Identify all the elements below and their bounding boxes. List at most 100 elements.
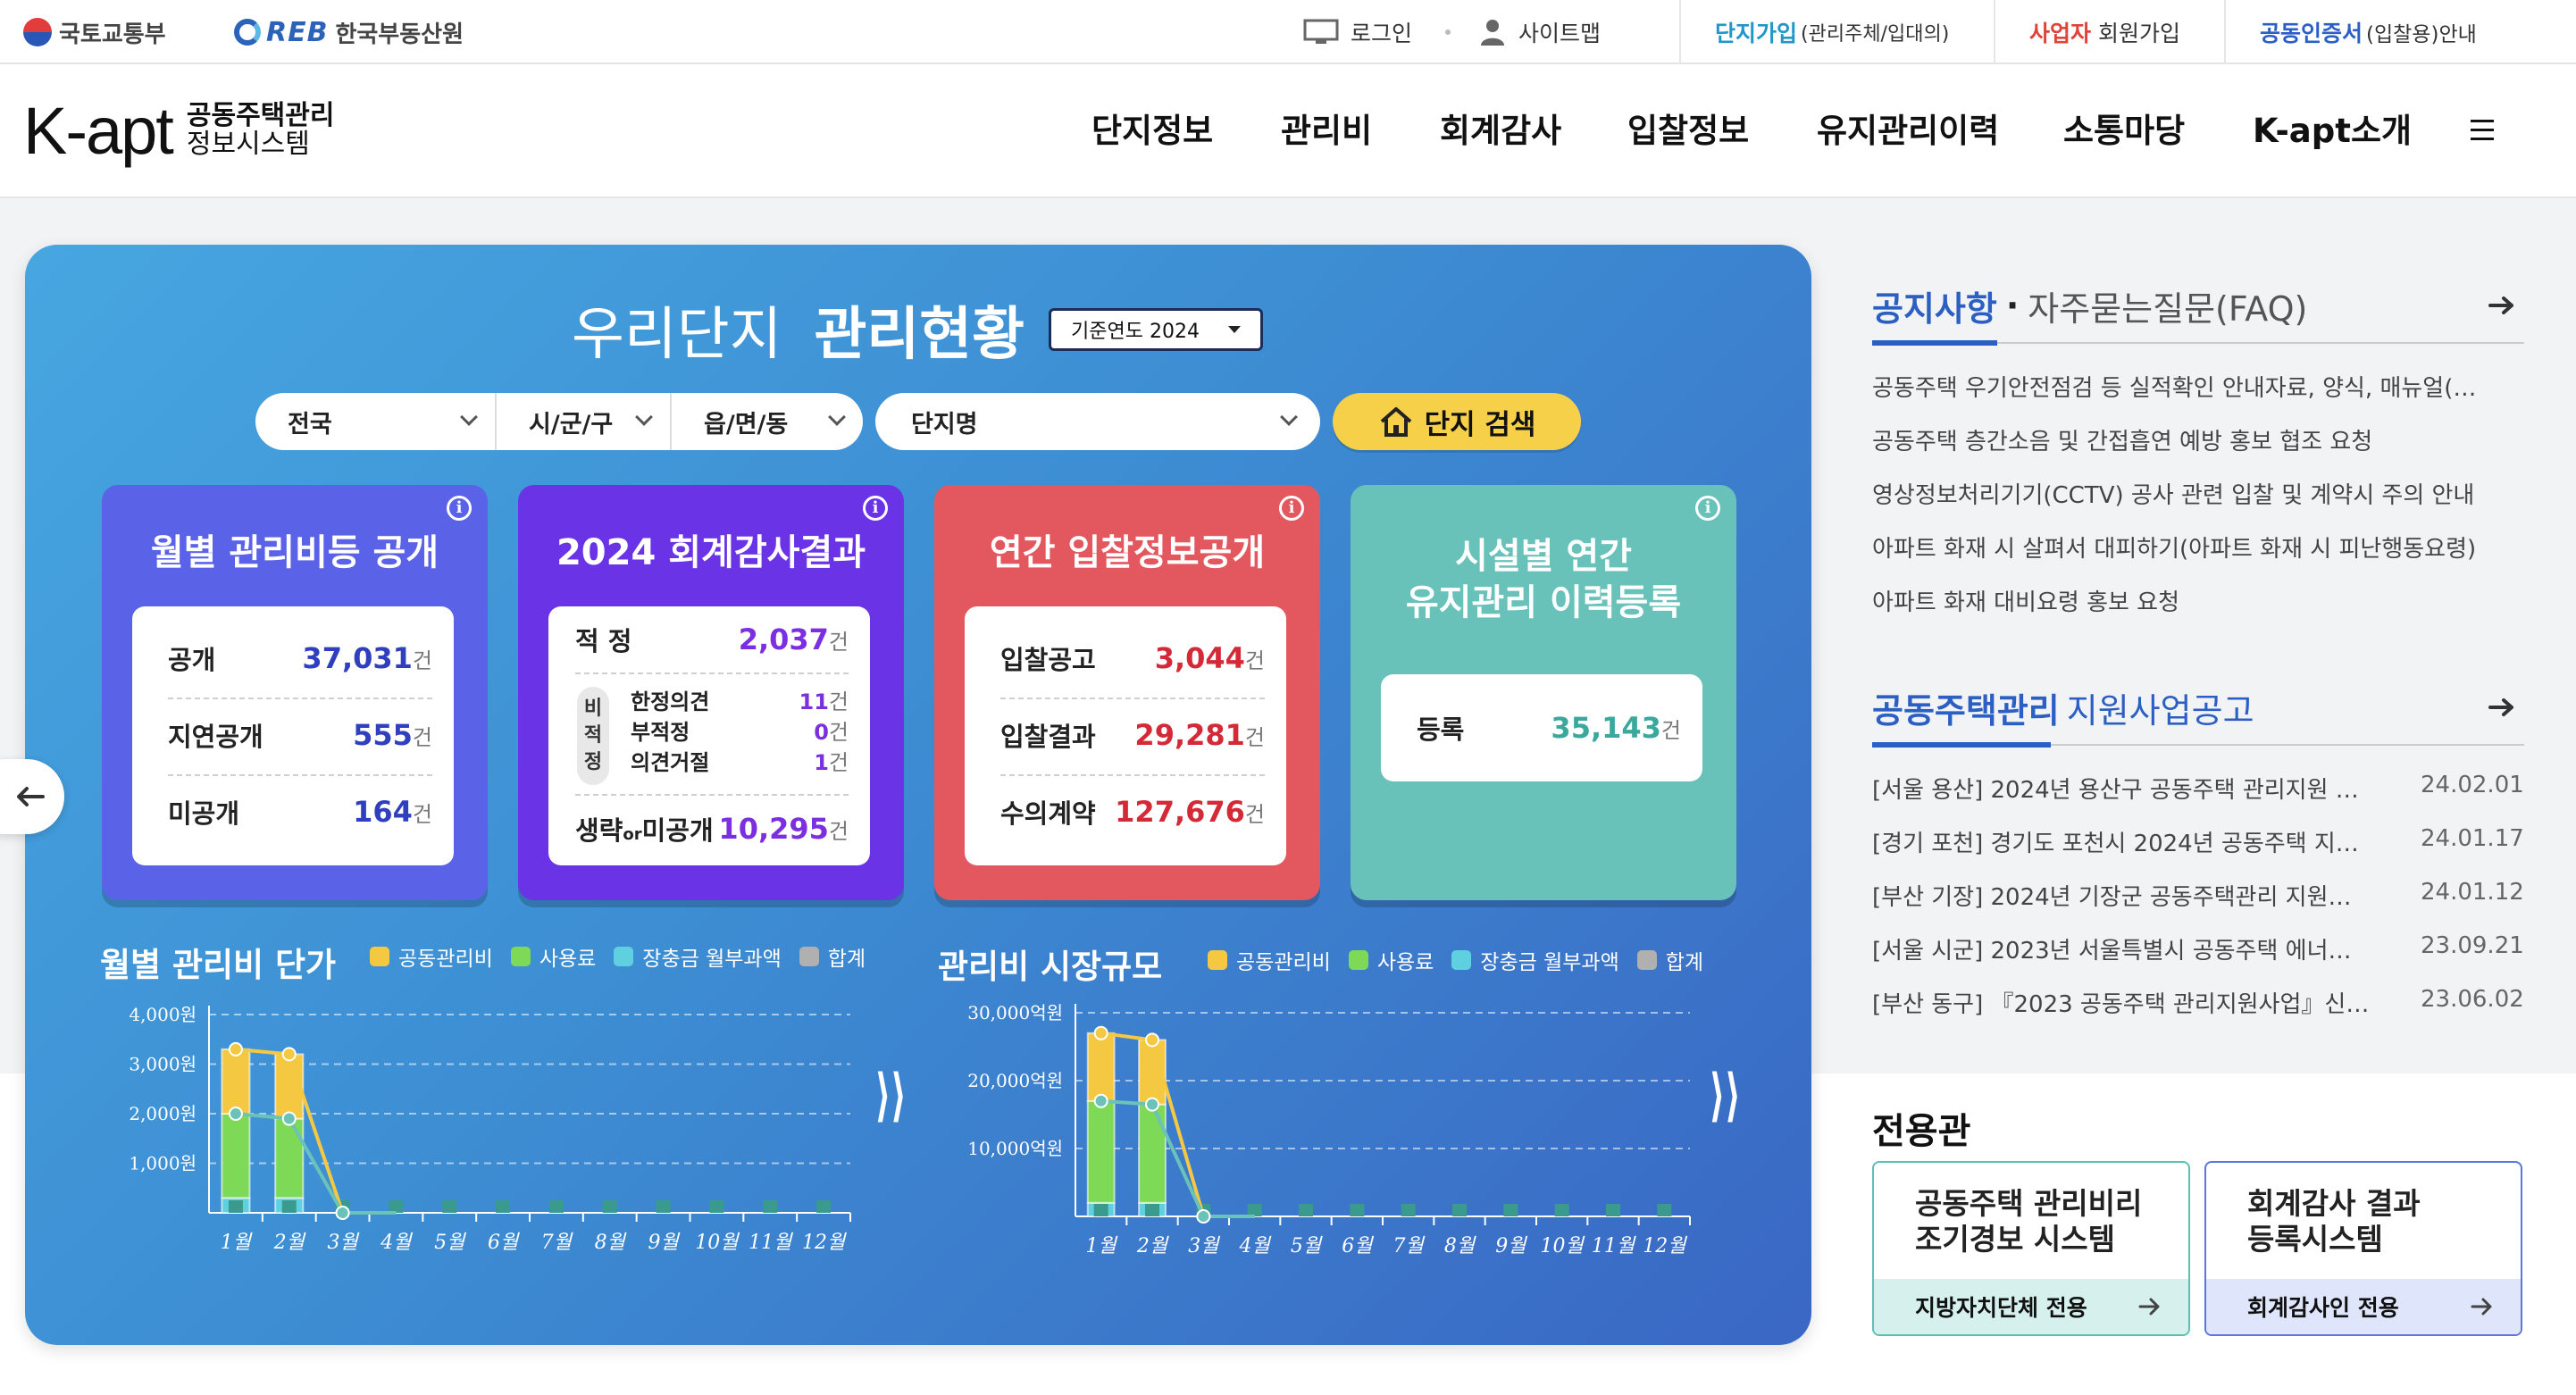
audit-result-card[interactable]: i 2024 회계감사결과 적 정 2,037건 비 적 정 한정의견 11건 부적… bbox=[518, 485, 904, 900]
support-item[interactable]: [서울 시군] 2023년 서울특별시 공동주택 에너지… bbox=[1872, 932, 2372, 965]
complex-name-select-value: 단지명 bbox=[911, 410, 978, 439]
legend-label: 합계 bbox=[827, 948, 866, 971]
box1-footer-label: 지방자치단체 전용 bbox=[1915, 1295, 2087, 1321]
sub-unit: 건 bbox=[828, 689, 849, 714]
join-business-strong: 사업자 bbox=[2029, 21, 2092, 46]
support-notice-title[interactable]: 공동주택관리 지원사업공고 bbox=[1872, 681, 2254, 734]
nav-complex-info[interactable]: 단지정보 bbox=[1091, 104, 1213, 158]
x-tick-label: 8월 bbox=[1444, 1235, 1476, 1257]
search-button-label: 단지 검색 bbox=[1424, 408, 1536, 441]
legend-swatch bbox=[370, 947, 389, 966]
legend-swatch bbox=[614, 947, 634, 966]
nav-bid-info[interactable]: 입찰정보 bbox=[1627, 104, 1749, 158]
zero-marker bbox=[389, 1200, 404, 1213]
notice-item[interactable]: 공동주택 우기안전점검 등 실적확인 안내자료, 양식, 매뉴얼(… bbox=[1872, 370, 2497, 403]
hamburger-menu-icon[interactable] bbox=[2471, 120, 2494, 141]
notice-more-arrow-icon[interactable] bbox=[2488, 295, 2515, 316]
join-business-sub: 회원가입 bbox=[2098, 21, 2181, 46]
notice-item[interactable]: 아파트 화재 시 살펴서 대피하기(아파트 화재 시 피난행동요령) bbox=[1872, 530, 2497, 564]
audit-sub-row: 한정의견 11건 bbox=[631, 687, 849, 717]
cert-guide-link[interactable]: 공동인증서 (입찰용)안내 bbox=[2260, 0, 2477, 64]
support-more-arrow-icon[interactable] bbox=[2488, 697, 2515, 718]
reb-logo[interactable]: REB 한국부동산원 bbox=[234, 14, 464, 50]
chart2-next-icon[interactable]: ⟩⟩ bbox=[1710, 1063, 1741, 1129]
info-icon[interactable]: i bbox=[447, 496, 472, 521]
molit-logo[interactable]: 국토교통부 bbox=[23, 14, 166, 50]
nav-community[interactable]: 소통마당 bbox=[2063, 104, 2185, 158]
maintenance-history-card[interactable]: i 시설별 연간 유지관리 이력등록 등록 35,143건 bbox=[1351, 485, 1736, 900]
join-business-link[interactable]: 사업자 회원가입 bbox=[2029, 0, 2180, 64]
chevron-down-icon bbox=[1280, 408, 1298, 426]
stat-label: 미공개 bbox=[168, 798, 240, 829]
tab-notice[interactable]: 공지사항 bbox=[1872, 281, 1997, 330]
line-point bbox=[228, 1107, 243, 1121]
zero-marker bbox=[1299, 1204, 1313, 1216]
stat-row: 생략or미공개 10,295건 bbox=[575, 796, 849, 862]
stat-value: 35,143 bbox=[1551, 711, 1661, 745]
fee-card-stats: 공개 37,031건 지연공개 555건 미공개 164건 bbox=[132, 606, 454, 865]
line-point bbox=[281, 1047, 297, 1062]
legend-label: 사용료 bbox=[1376, 951, 1434, 974]
y-tick-label: 2,000원 bbox=[129, 1103, 197, 1124]
notice-item[interactable]: 아파트 화재 대비요령 홍보 요청 bbox=[1872, 584, 2497, 617]
stat-unit: 건 bbox=[828, 819, 849, 844]
x-tick-label: 11월 bbox=[749, 1232, 793, 1254]
legend-swatch bbox=[510, 947, 531, 966]
legend-label: 합계 bbox=[1665, 951, 1704, 974]
district-select[interactable]: 시/군/구 bbox=[497, 393, 672, 450]
stat-unit: 건 bbox=[412, 802, 432, 827]
management-fee-market-chart: 10,000억원 20,000억원 30,000억원 1월 2월 3월 4월 5월 6월 7월 8월… bbox=[967, 1002, 1691, 1257]
sitemap-link[interactable]: 사이트맵 bbox=[1479, 0, 1601, 64]
notice-item[interactable]: 공동주택 층간소음 및 간접흡연 예방 홍보 협조 요청 bbox=[1872, 423, 2497, 456]
year-select-value: 기준연도 2024 bbox=[1071, 321, 1200, 343]
stat-unit: 건 bbox=[828, 630, 849, 655]
bar-segment bbox=[221, 1048, 251, 1115]
chart1-title: 월별 관리비 단가 bbox=[100, 946, 337, 984]
tab-faq[interactable]: 자주묻는질문(FAQ) bbox=[2028, 281, 2307, 330]
town-select[interactable]: 읍/면/동 bbox=[672, 393, 863, 450]
fee-disclosure-card[interactable]: i 월별 관리비등 공개 공개 37,031건 지연공개 555건 미공개 164건 bbox=[102, 485, 488, 900]
info-icon[interactable]: i bbox=[1695, 496, 1720, 521]
join-complex-link[interactable]: 단지가입 (관리주체/입대의) bbox=[1715, 0, 1949, 64]
y-tick-label: 4,000원 bbox=[129, 1004, 197, 1025]
complex-search-button[interactable]: 단지 검색 bbox=[1333, 393, 1581, 450]
line-point bbox=[1093, 1093, 1108, 1108]
support-item[interactable]: [경기 포천] 경기도 포천시 2024년 공동주택 지… bbox=[1872, 825, 2372, 858]
info-icon[interactable]: i bbox=[1279, 496, 1304, 521]
support-item[interactable]: [부산 기장] 2024년 기장군 공동주택관리 지원사… bbox=[1872, 879, 2372, 912]
audit-sub-row: 의견거절 1건 bbox=[631, 748, 849, 778]
stat-label: 등록 bbox=[1417, 714, 1465, 745]
stat-value: 2,037 bbox=[738, 622, 829, 656]
chart1-next-icon[interactable]: ⟩⟩ bbox=[875, 1063, 907, 1129]
x-tick-label: 4월 bbox=[380, 1232, 413, 1254]
year-select[interactable]: 기준연도 2024 bbox=[1049, 308, 1263, 351]
join-complex-strong: 단지가입 bbox=[1715, 21, 1798, 46]
login-link[interactable]: 로그인 bbox=[1302, 0, 1412, 64]
line-point bbox=[281, 1111, 297, 1126]
nav-management-fee[interactable]: 관리비 bbox=[1281, 104, 1372, 158]
region-select[interactable]: 전국 bbox=[255, 393, 497, 450]
zero-marker bbox=[281, 1200, 297, 1213]
audit-sub-row: 부적정 0건 bbox=[631, 717, 849, 748]
nav-about[interactable]: K-apt소개 bbox=[2253, 104, 2412, 158]
info-icon[interactable]: i bbox=[863, 496, 888, 521]
nav-accounting-audit[interactable]: 회계감사 bbox=[1440, 104, 1561, 158]
badge-char: 적 bbox=[583, 724, 603, 747]
x-tick-label: 5월 bbox=[1291, 1235, 1323, 1257]
early-warning-system-link[interactable]: 공동주택 관리비리 조기경보 시스템 지방자치단체 전용 bbox=[1872, 1161, 2190, 1336]
usage-line bbox=[1100, 1098, 1255, 1218]
chevron-down-icon bbox=[460, 408, 478, 426]
complex-name-select[interactable]: 단지명 bbox=[875, 393, 1320, 450]
audit-registration-system-link[interactable]: 회계감사 결과 등록시스템 회계감사인 전용 bbox=[2204, 1161, 2522, 1336]
zero-marker bbox=[548, 1200, 564, 1213]
bid-info-card[interactable]: i 연간 입찰정보공개 입찰공고 3,044건 입찰결과 29,281건 수의계약 1… bbox=[934, 485, 1320, 900]
site-logo[interactable]: K-apt 공동주택관리 정보시스템 bbox=[23, 94, 334, 168]
stat-row: 입찰결과 29,281건 bbox=[1000, 699, 1265, 771]
nav-maintenance-history[interactable]: 유지관리이력 bbox=[1817, 104, 1999, 158]
zero-marker bbox=[1401, 1204, 1416, 1216]
sub-label: 부적정 bbox=[631, 720, 690, 745]
support-item[interactable]: [부산 동구] 『2023 공동주택 관리지원사업』신… bbox=[1872, 986, 2372, 1019]
support-item[interactable]: [서울 용산] 2024년 용산구 공동주택 관리지원 … bbox=[1872, 772, 2372, 805]
legend-label: 공동관리비 bbox=[1236, 951, 1331, 974]
notice-item[interactable]: 영상정보처리기기(CCTV) 공사 관련 입찰 및 계약시 주의 안내 bbox=[1872, 477, 2497, 510]
